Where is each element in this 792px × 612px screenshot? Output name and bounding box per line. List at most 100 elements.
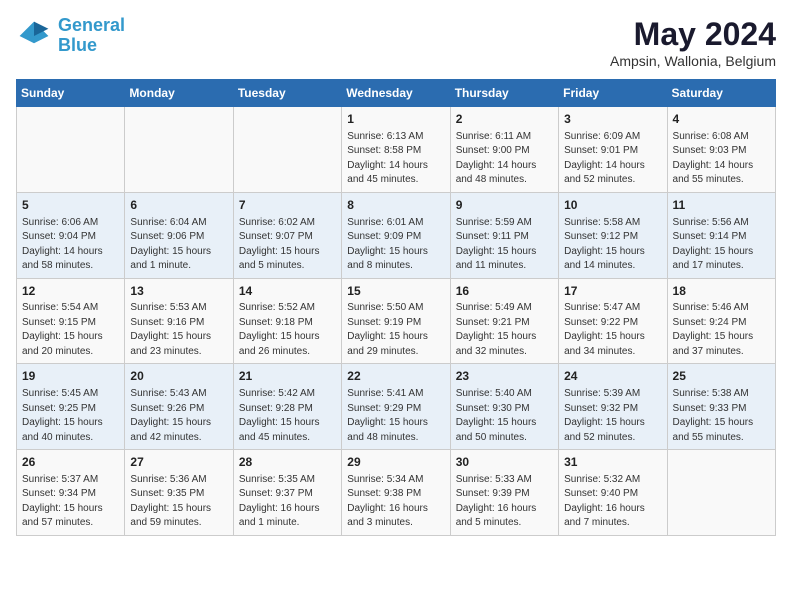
cell-info: Sunrise: 5:54 AMSunset: 9:15 PMDaylight:… [22, 301, 119, 359]
cell-info: Sunrise: 6:02 AMSunset: 9:07 PMDaylight:… [239, 216, 336, 274]
cell-info: Sunrise: 5:33 AMSunset: 9:39 PMDaylight:… [456, 473, 553, 531]
calendar-table: SundayMondayTuesdayWednesdayThursdayFrid… [16, 79, 776, 536]
cell-info: Sunrise: 5:42 AMSunset: 9:28 PMDaylight:… [239, 387, 336, 445]
day-number: 1 [347, 111, 444, 128]
day-number: 12 [22, 283, 119, 300]
calendar-header: SundayMondayTuesdayWednesdayThursdayFrid… [17, 80, 776, 107]
day-number: 5 [22, 197, 119, 214]
calendar-cell: 12Sunrise: 5:54 AMSunset: 9:15 PMDayligh… [17, 278, 125, 364]
sub-title: Ampsin, Wallonia, Belgium [610, 53, 776, 69]
cell-info: Sunrise: 5:39 AMSunset: 9:32 PMDaylight:… [564, 387, 661, 445]
header-cell-tuesday: Tuesday [233, 80, 341, 107]
calendar-cell: 17Sunrise: 5:47 AMSunset: 9:22 PMDayligh… [559, 278, 667, 364]
cell-info: Sunrise: 5:36 AMSunset: 9:35 PMDaylight:… [130, 473, 227, 531]
day-number: 18 [673, 283, 770, 300]
cell-info: Sunrise: 5:52 AMSunset: 9:18 PMDaylight:… [239, 301, 336, 359]
cell-info: Sunrise: 5:47 AMSunset: 9:22 PMDaylight:… [564, 301, 661, 359]
calendar-cell: 25Sunrise: 5:38 AMSunset: 9:33 PMDayligh… [667, 364, 775, 450]
day-number: 10 [564, 197, 661, 214]
calendar-week-1: 1Sunrise: 6:13 AMSunset: 8:58 PMDaylight… [17, 107, 776, 193]
cell-info: Sunrise: 5:38 AMSunset: 9:33 PMDaylight:… [673, 387, 770, 445]
calendar-cell: 9 Sunrise: 5:59 AMSunset: 9:11 PMDaylight… [450, 192, 558, 278]
cell-info: Sunrise: 5:59 AMSunset: 9:11 PMDaylight:… [456, 216, 553, 274]
logo-text: General Blue [58, 16, 125, 56]
cell-info: Sunrise: 5:35 AMSunset: 9:37 PMDaylight:… [239, 473, 336, 531]
day-number: 13 [130, 283, 227, 300]
calendar-cell: 7 Sunrise: 6:02 AMSunset: 9:07 PMDaylight… [233, 192, 341, 278]
calendar-week-2: 5 Sunrise: 6:06 AMSunset: 9:04 PMDaylight… [17, 192, 776, 278]
day-number: 3 [564, 111, 661, 128]
day-number: 31 [564, 454, 661, 471]
day-number: 2 [456, 111, 553, 128]
day-number: 27 [130, 454, 227, 471]
day-number: 17 [564, 283, 661, 300]
calendar-cell: 4 Sunrise: 6:08 AMSunset: 9:03 PMDaylight… [667, 107, 775, 193]
calendar-week-5: 26 Sunrise: 5:37 AMSunset: 9:34 PMDayligh… [17, 450, 776, 536]
calendar-cell: 6Sunrise: 6:04 AMSunset: 9:06 PMDaylight… [125, 192, 233, 278]
calendar-body: 1Sunrise: 6:13 AMSunset: 8:58 PMDaylight… [17, 107, 776, 536]
day-number: 19 [22, 368, 119, 385]
day-number: 20 [130, 368, 227, 385]
cell-info: Sunrise: 5:58 AMSunset: 9:12 PMDaylight:… [564, 216, 661, 274]
cell-info: Sunrise: 5:56 AMSunset: 9:14 PMDaylight:… [673, 216, 770, 274]
calendar-cell: 15Sunrise: 5:50 AMSunset: 9:19 PMDayligh… [342, 278, 450, 364]
day-number: 8 [347, 197, 444, 214]
calendar-cell: 26 Sunrise: 5:37 AMSunset: 9:34 PMDayligh… [17, 450, 125, 536]
cell-info: Sunrise: 5:53 AMSunset: 9:16 PMDaylight:… [130, 301, 227, 359]
cell-info: Sunrise: 6:06 AMSunset: 9:04 PMDaylight:… [22, 216, 119, 274]
logo-icon [16, 18, 52, 54]
calendar-cell: 27 Sunrise: 5:36 AMSunset: 9:35 PMDayligh… [125, 450, 233, 536]
cell-info: Sunrise: 6:08 AMSunset: 9:03 PMDaylight:… [673, 130, 770, 188]
calendar-cell [125, 107, 233, 193]
cell-info: Sunrise: 5:32 AMSunset: 9:40 PMDaylight:… [564, 473, 661, 531]
calendar-cell: 30 Sunrise: 5:33 AMSunset: 9:39 PMDayligh… [450, 450, 558, 536]
day-number: 26 [22, 454, 119, 471]
calendar-cell: 23Sunrise: 5:40 AMSunset: 9:30 PMDayligh… [450, 364, 558, 450]
calendar-cell [667, 450, 775, 536]
calendar-cell [233, 107, 341, 193]
cell-info: Sunrise: 5:46 AMSunset: 9:24 PMDaylight:… [673, 301, 770, 359]
calendar-cell: 16Sunrise: 5:49 AMSunset: 9:21 PMDayligh… [450, 278, 558, 364]
calendar-cell: 28 Sunrise: 5:35 AMSunset: 9:37 PMDayligh… [233, 450, 341, 536]
cell-info: Sunrise: 6:04 AMSunset: 9:06 PMDaylight:… [130, 216, 227, 274]
calendar-cell: 11Sunrise: 5:56 AMSunset: 9:14 PMDayligh… [667, 192, 775, 278]
calendar-cell: 8 Sunrise: 6:01 AMSunset: 9:09 PMDaylight… [342, 192, 450, 278]
day-number: 30 [456, 454, 553, 471]
day-number: 24 [564, 368, 661, 385]
header-cell-thursday: Thursday [450, 80, 558, 107]
header-cell-sunday: Sunday [17, 80, 125, 107]
day-number: 7 [239, 197, 336, 214]
day-number: 29 [347, 454, 444, 471]
calendar-week-3: 12Sunrise: 5:54 AMSunset: 9:15 PMDayligh… [17, 278, 776, 364]
cell-info: Sunrise: 5:41 AMSunset: 9:29 PMDaylight:… [347, 387, 444, 445]
header-cell-wednesday: Wednesday [342, 80, 450, 107]
header-row: SundayMondayTuesdayWednesdayThursdayFrid… [17, 80, 776, 107]
logo: General Blue [16, 16, 125, 56]
calendar-week-4: 19Sunrise: 5:45 AMSunset: 9:25 PMDayligh… [17, 364, 776, 450]
day-number: 21 [239, 368, 336, 385]
calendar-cell: 1Sunrise: 6:13 AMSunset: 8:58 PMDaylight… [342, 107, 450, 193]
calendar-cell: 14Sunrise: 5:52 AMSunset: 9:18 PMDayligh… [233, 278, 341, 364]
calendar-cell: 24 Sunrise: 5:39 AMSunset: 9:32 PMDayligh… [559, 364, 667, 450]
header-cell-saturday: Saturday [667, 80, 775, 107]
calendar-cell: 10 Sunrise: 5:58 AMSunset: 9:12 PMDayligh… [559, 192, 667, 278]
cell-info: Sunrise: 5:34 AMSunset: 9:38 PMDaylight:… [347, 473, 444, 531]
calendar-cell: 3Sunrise: 6:09 AMSunset: 9:01 PMDaylight… [559, 107, 667, 193]
calendar-cell: 31 Sunrise: 5:32 AMSunset: 9:40 PMDayligh… [559, 450, 667, 536]
main-title: May 2024 [610, 16, 776, 53]
calendar-cell: 20 Sunrise: 5:43 AMSunset: 9:26 PMDayligh… [125, 364, 233, 450]
day-number: 28 [239, 454, 336, 471]
day-number: 22 [347, 368, 444, 385]
header-cell-friday: Friday [559, 80, 667, 107]
calendar-cell [17, 107, 125, 193]
day-number: 16 [456, 283, 553, 300]
cell-info: Sunrise: 5:50 AMSunset: 9:19 PMDaylight:… [347, 301, 444, 359]
day-number: 9 [456, 197, 553, 214]
cell-info: Sunrise: 6:11 AMSunset: 9:00 PMDaylight:… [456, 130, 553, 188]
cell-info: Sunrise: 6:01 AMSunset: 9:09 PMDaylight:… [347, 216, 444, 274]
day-number: 4 [673, 111, 770, 128]
calendar-cell: 2 Sunrise: 6:11 AMSunset: 9:00 PMDaylight… [450, 107, 558, 193]
calendar-cell: 18Sunrise: 5:46 AMSunset: 9:24 PMDayligh… [667, 278, 775, 364]
cell-info: Sunrise: 5:37 AMSunset: 9:34 PMDaylight:… [22, 473, 119, 531]
cell-info: Sunrise: 5:43 AMSunset: 9:26 PMDaylight:… [130, 387, 227, 445]
